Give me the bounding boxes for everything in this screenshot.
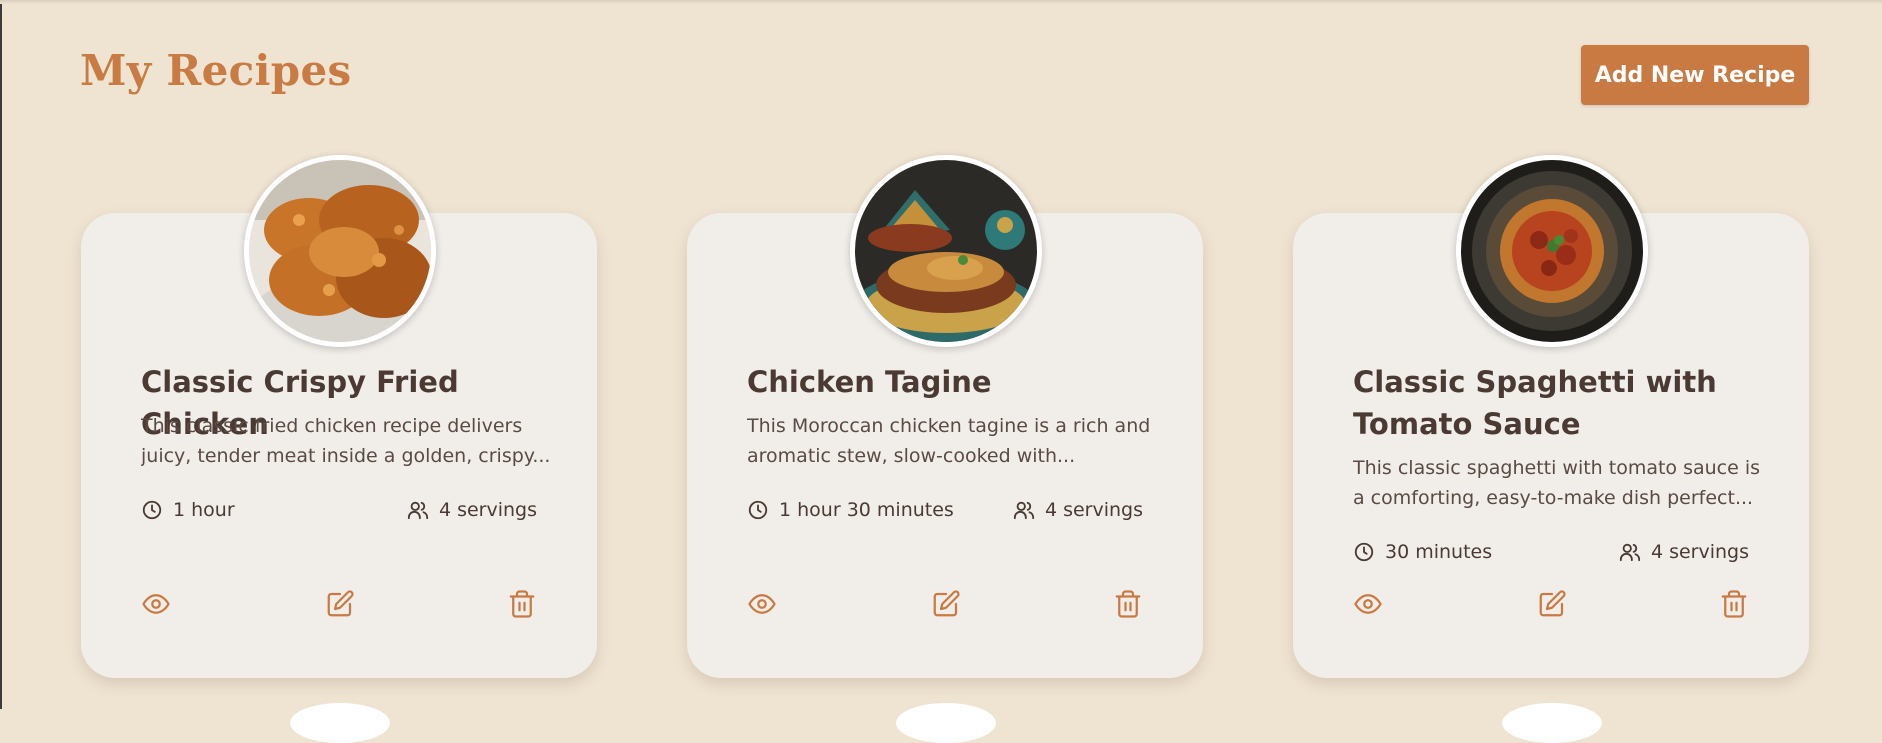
spaghetti-image (1461, 160, 1643, 342)
delete-recipe-button[interactable] (507, 589, 537, 619)
recipe-description: This classic spaghetti with tomato sauce… (1353, 457, 1761, 509)
edit-icon (327, 590, 354, 617)
recipe-servings-label: 4 servings (1044, 499, 1143, 521)
recipe-time-label: 1 hour 30 minutes (779, 499, 954, 521)
add-new-recipe-button[interactable]: Add New Recipe (1581, 45, 1809, 105)
recipe-servings-label: 4 servings (438, 499, 537, 521)
recipe-time: 30 minutes (1353, 541, 1492, 563)
next-row-thumbnail (290, 703, 390, 743)
eye-icon (1354, 594, 1382, 614)
delete-recipe-button[interactable] (1113, 589, 1143, 619)
page-title: My Recipes (80, 46, 352, 95)
recipe-time-label: 30 minutes (1385, 541, 1493, 563)
recipe-description: This Moroccan chicken tagine is a rich a… (747, 415, 1151, 467)
tagine-photo[interactable] (850, 155, 1042, 347)
spaghetti-photo[interactable] (1456, 155, 1648, 347)
view-recipe-button[interactable] (141, 589, 171, 619)
clock-icon (1354, 542, 1374, 562)
trash-icon (1115, 590, 1141, 618)
edit-icon (1539, 590, 1566, 617)
top-shadow (0, 0, 1882, 4)
recipe-meta: 30 minutes 4 servings (1353, 541, 1749, 567)
users-icon (407, 501, 429, 520)
recipe-servings-label: 4 servings (1650, 541, 1749, 563)
clock-icon (748, 500, 768, 520)
tagine-image (855, 160, 1037, 342)
recipe-title[interactable]: Chicken Tagine (747, 361, 1167, 403)
window-edge (0, 0, 2, 709)
edit-recipe-button[interactable] (1537, 589, 1567, 619)
edit-recipe-button[interactable] (325, 589, 355, 619)
recipe-time-label: 1 hour (173, 499, 235, 521)
fried-chicken-image (249, 160, 431, 342)
recipe-time: 1 hour (141, 499, 235, 521)
delete-recipe-button[interactable] (1719, 589, 1749, 619)
next-row-thumbnail (896, 703, 996, 743)
next-row-thumbnail (1502, 703, 1602, 743)
recipe-servings: 4 servings (407, 499, 537, 521)
eye-icon (748, 594, 776, 614)
eye-icon (142, 594, 170, 614)
users-icon (1013, 501, 1035, 520)
recipe-meta: 1 hour 4 servings (141, 499, 537, 525)
edit-recipe-button[interactable] (931, 589, 961, 619)
fried-chicken-photo[interactable] (244, 155, 436, 347)
recipe-actions (747, 589, 1143, 619)
users-icon (1619, 543, 1641, 562)
edit-icon (933, 590, 960, 617)
recipe-servings: 4 servings (1619, 541, 1749, 563)
clock-icon (142, 500, 162, 520)
view-recipe-button[interactable] (747, 589, 777, 619)
recipe-time: 1 hour 30 minutes (747, 499, 954, 521)
trash-icon (1721, 590, 1747, 618)
view-recipe-button[interactable] (1353, 589, 1383, 619)
recipe-meta: 1 hour 30 minutes 4 servings (747, 499, 1143, 525)
recipe-description: This classic fried chicken recipe delive… (141, 415, 551, 467)
recipe-servings: 4 servings (1013, 499, 1143, 521)
trash-icon (509, 590, 535, 618)
recipe-actions (1353, 589, 1749, 619)
recipe-title[interactable]: Classic Spaghetti with Tomato Sauce (1353, 361, 1773, 445)
recipe-actions (141, 589, 537, 619)
